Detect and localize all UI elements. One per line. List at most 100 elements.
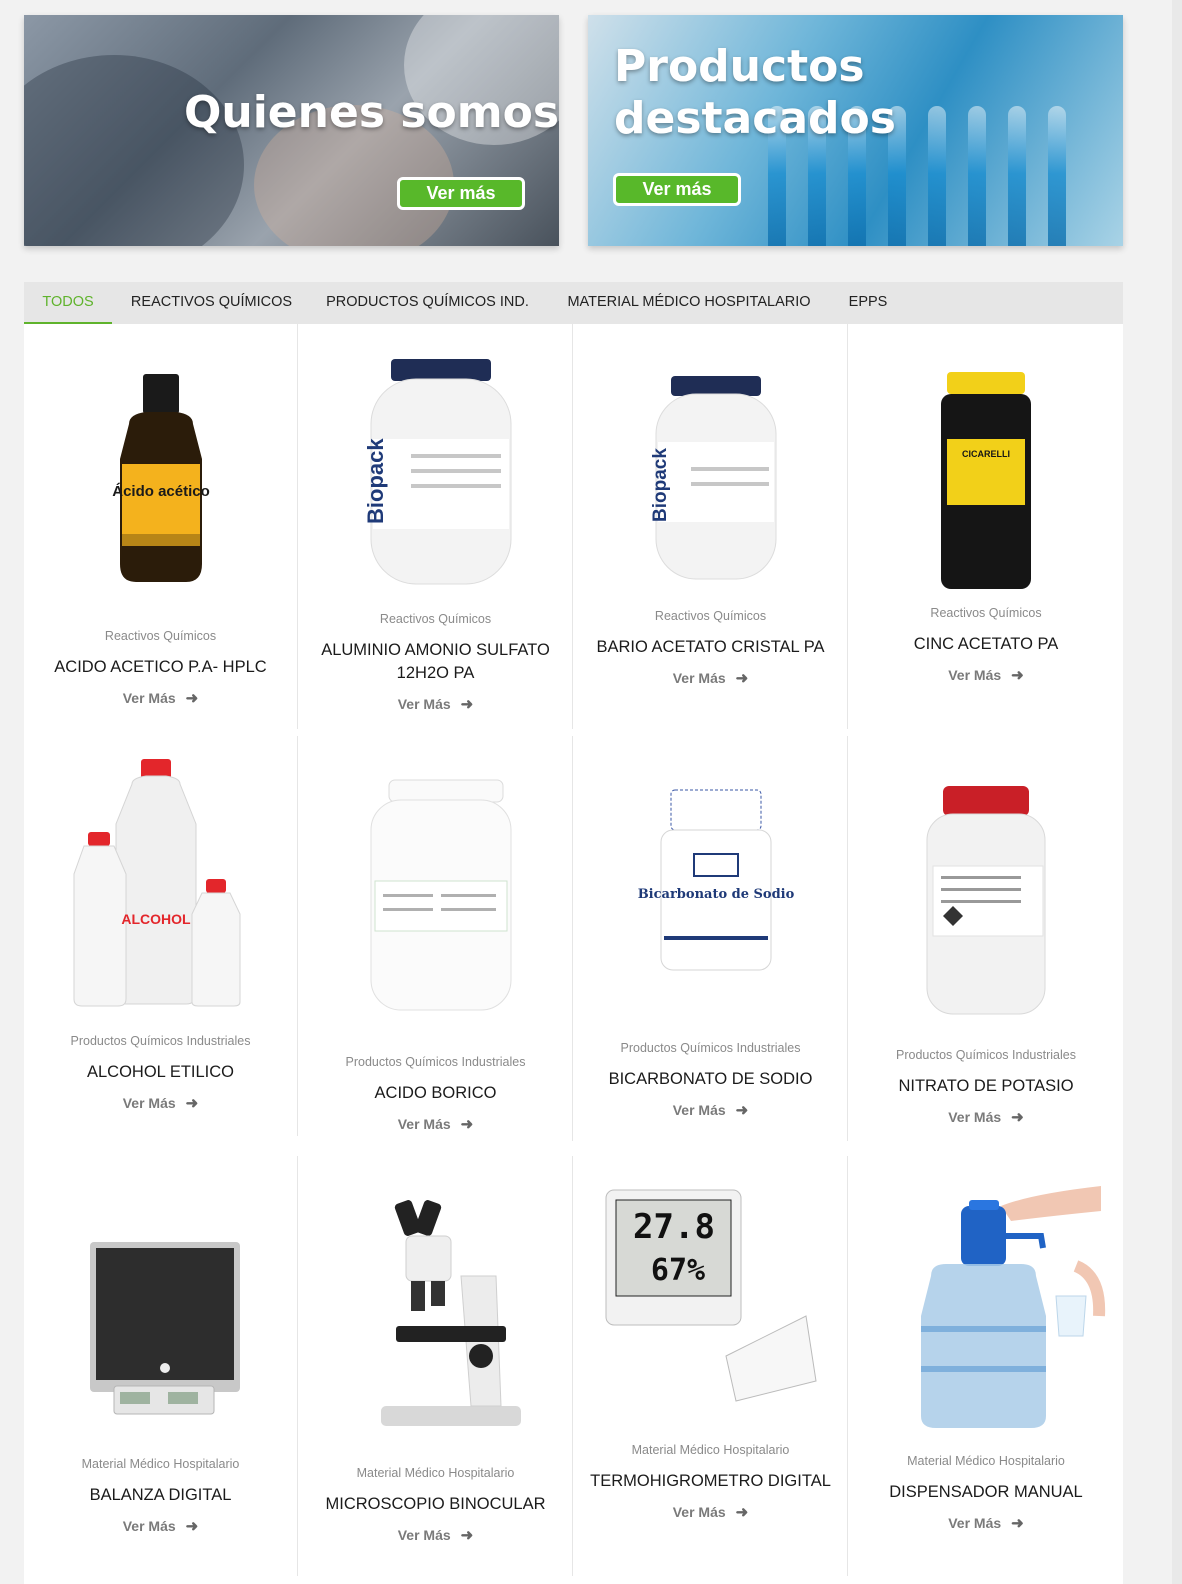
product-image[interactable] — [861, 1176, 1111, 1431]
ver-mas-label: Ver Más — [948, 1109, 1002, 1125]
arrow-right-icon: ➜ — [735, 670, 749, 687]
product-category: Reactivos Químicos — [379, 612, 492, 626]
product-card[interactable]: Material Médico Hospitalario BALANZA DIG… — [24, 1156, 298, 1576]
ver-mas-link[interactable]: Ver Más ➜ — [24, 689, 297, 707]
product-card[interactable]: Productos Químicos Industriales NITRATO … — [849, 736, 1123, 1141]
product-card[interactable]: Ácido acético Reactivos Químicos ACIDO A… — [24, 324, 298, 729]
ver-mas-label: Ver Más — [672, 670, 726, 686]
product-category: Material Médico Hospitalario — [81, 1457, 240, 1471]
ver-mas-label: Ver Más — [397, 1116, 451, 1132]
product-category: Reactivos Químicos — [654, 609, 767, 623]
banner-decoration — [24, 55, 244, 246]
product-image[interactable] — [36, 1236, 285, 1421]
product-image[interactable]: Biopack — [586, 372, 835, 587]
ver-mas-link[interactable]: Ver Más ➜ — [574, 1101, 847, 1119]
product-name[interactable]: BARIO ACETATO CRISTAL PA — [584, 636, 837, 659]
product-image[interactable]: Biopack — [311, 354, 560, 589]
ver-mas-link[interactable]: Ver Más ➜ — [849, 666, 1123, 684]
product-label-text: ALCOHOL — [121, 911, 191, 927]
product-image[interactable]: ALCOHOL — [36, 754, 285, 1009]
product-name[interactable]: ALCOHOL ETILICO — [34, 1061, 287, 1084]
ver-mas-link[interactable]: Ver Más ➜ — [24, 1517, 297, 1535]
product-name[interactable]: TERMOHIGROMETRO DIGITAL — [584, 1470, 837, 1493]
tab-todos[interactable]: TODOS — [24, 282, 112, 324]
tab-material-medico-hospitalario[interactable]: MATERIAL MÉDICO HOSPITALARIO — [558, 282, 820, 324]
product-card[interactable]: Productos Químicos Industriales ACIDO BO… — [299, 736, 573, 1141]
test-tube-decoration — [928, 106, 946, 246]
product-category: Material Médico Hospitalario — [356, 1466, 515, 1480]
ver-mas-label: Ver Más — [672, 1102, 726, 1118]
banner-quienes-somos[interactable]: Quienes somos Ver más — [24, 15, 559, 246]
arrow-right-icon: ➜ — [1011, 1109, 1024, 1126]
product-card[interactable]: ALCOHOL Productos Químicos Industriales … — [24, 736, 298, 1136]
banner-title: Productos destacados — [614, 41, 896, 144]
arrow-right-icon: ➜ — [460, 1116, 474, 1133]
test-tube-decoration — [1008, 106, 1026, 246]
ver-mas-link[interactable]: Ver Más ➜ — [24, 1094, 297, 1112]
product-image[interactable]: Ácido acético — [36, 364, 285, 594]
ver-mas-label: Ver Más — [672, 1504, 726, 1520]
ver-mas-button[interactable]: Ver más — [613, 173, 741, 206]
product-card[interactable]: Biopack Reactivos Químicos ALUMINIO AMON… — [299, 324, 573, 729]
product-category: Productos Químicos Industriales — [345, 1055, 526, 1069]
product-label-text: Biopack — [363, 438, 388, 524]
ver-mas-label: Ver Más — [122, 690, 176, 706]
page-scrollbar[interactable] — [1172, 0, 1182, 1584]
product-label-text: Bicarbonato de Sodio — [638, 887, 795, 902]
product-label-text: Biopack — [650, 448, 671, 522]
product-category: Material Médico Hospitalario — [631, 1443, 790, 1457]
product-image[interactable]: CICARELLI — [861, 369, 1111, 594]
product-category: Productos Químicos Industriales — [896, 1048, 1076, 1062]
product-grid: Ácido acético Reactivos Químicos ACIDO A… — [24, 324, 1123, 1584]
test-tube-decoration — [1048, 106, 1066, 246]
arrow-right-icon: ➜ — [185, 690, 199, 707]
product-name[interactable]: DISPENSADOR MANUAL — [859, 1481, 1113, 1504]
product-card[interactable]: Bicarbonato de Sodio Productos Químicos … — [574, 736, 848, 1141]
arrow-right-icon: ➜ — [735, 1504, 749, 1521]
product-card[interactable]: Material Médico Hospitalario DISPENSADOR… — [849, 1156, 1123, 1576]
product-name[interactable]: ALUMINIO AMONIO SULFATO 12H2O PA — [309, 639, 562, 685]
ver-mas-link[interactable]: Ver Más ➜ — [299, 1526, 572, 1544]
product-name[interactable]: NITRATO DE POTASIO — [859, 1075, 1113, 1098]
ver-mas-link[interactable]: Ver Más ➜ — [849, 1108, 1123, 1126]
ver-mas-link[interactable]: Ver Más ➜ — [299, 695, 572, 713]
ver-mas-button[interactable]: Ver más — [397, 177, 525, 210]
product-category: Reactivos Químicos — [930, 606, 1042, 620]
arrow-right-icon: ➜ — [1011, 667, 1024, 684]
product-card[interactable]: Material Médico Hospitalario MICROSCOPIO… — [299, 1156, 573, 1576]
product-image[interactable] — [311, 1196, 560, 1431]
product-label-text: 27.8 — [633, 1207, 715, 1247]
product-image[interactable] — [311, 776, 560, 1016]
product-name[interactable]: ACIDO BORICO — [309, 1082, 562, 1105]
ver-mas-label: Ver Más — [948, 667, 1002, 683]
product-name[interactable]: CINC ACETATO PA — [859, 633, 1113, 656]
product-category: Reactivos Químicos — [104, 629, 217, 643]
ver-mas-label: Ver Más — [397, 1527, 451, 1543]
arrow-right-icon: ➜ — [735, 1102, 749, 1119]
tab-reactivos-quimicos[interactable]: REACTIVOS QUÍMICOS — [124, 282, 299, 324]
product-image[interactable]: 27.8 67% — [586, 1186, 835, 1411]
product-name[interactable]: MICROSCOPIO BINOCULAR — [309, 1493, 562, 1516]
product-name[interactable]: ACIDO ACETICO P.A- HPLC — [34, 656, 287, 679]
product-category: Productos Químicos Industriales — [70, 1034, 251, 1048]
tab-productos-quimicos-ind[interactable]: PRODUCTOS QUÍMICOS IND. — [320, 282, 535, 324]
tab-epps[interactable]: EPPS — [842, 282, 894, 324]
ver-mas-link[interactable]: Ver Más ➜ — [849, 1514, 1123, 1532]
product-name[interactable]: BALANZA DIGITAL — [34, 1484, 287, 1507]
product-image[interactable] — [861, 776, 1111, 1026]
product-image[interactable]: Bicarbonato de Sodio — [586, 786, 835, 976]
ver-mas-link[interactable]: Ver Más ➜ — [574, 1503, 847, 1521]
banner-title: Quienes somos — [184, 87, 559, 138]
product-card[interactable]: CICARELLI Reactivos Químicos CINC ACETAT… — [849, 324, 1123, 729]
product-card[interactable]: 27.8 67% Material Médico Hospitalario TE… — [574, 1156, 848, 1576]
banner-productos-destacados[interactable]: Productos destacados Ver más — [588, 15, 1123, 246]
ver-mas-link[interactable]: Ver Más ➜ — [574, 669, 847, 687]
arrow-right-icon: ➜ — [460, 696, 474, 713]
product-name[interactable]: BICARBONATO DE SODIO — [584, 1068, 837, 1091]
ver-mas-label: Ver Más — [122, 1518, 176, 1534]
ver-mas-link[interactable]: Ver Más ➜ — [299, 1115, 572, 1133]
product-card[interactable]: Biopack Reactivos Químicos BARIO ACETATO… — [574, 324, 848, 729]
product-category: Productos Químicos Industriales — [620, 1041, 801, 1055]
ver-mas-label: Ver Más — [397, 696, 451, 712]
ver-mas-label: Ver Más — [948, 1515, 1002, 1531]
